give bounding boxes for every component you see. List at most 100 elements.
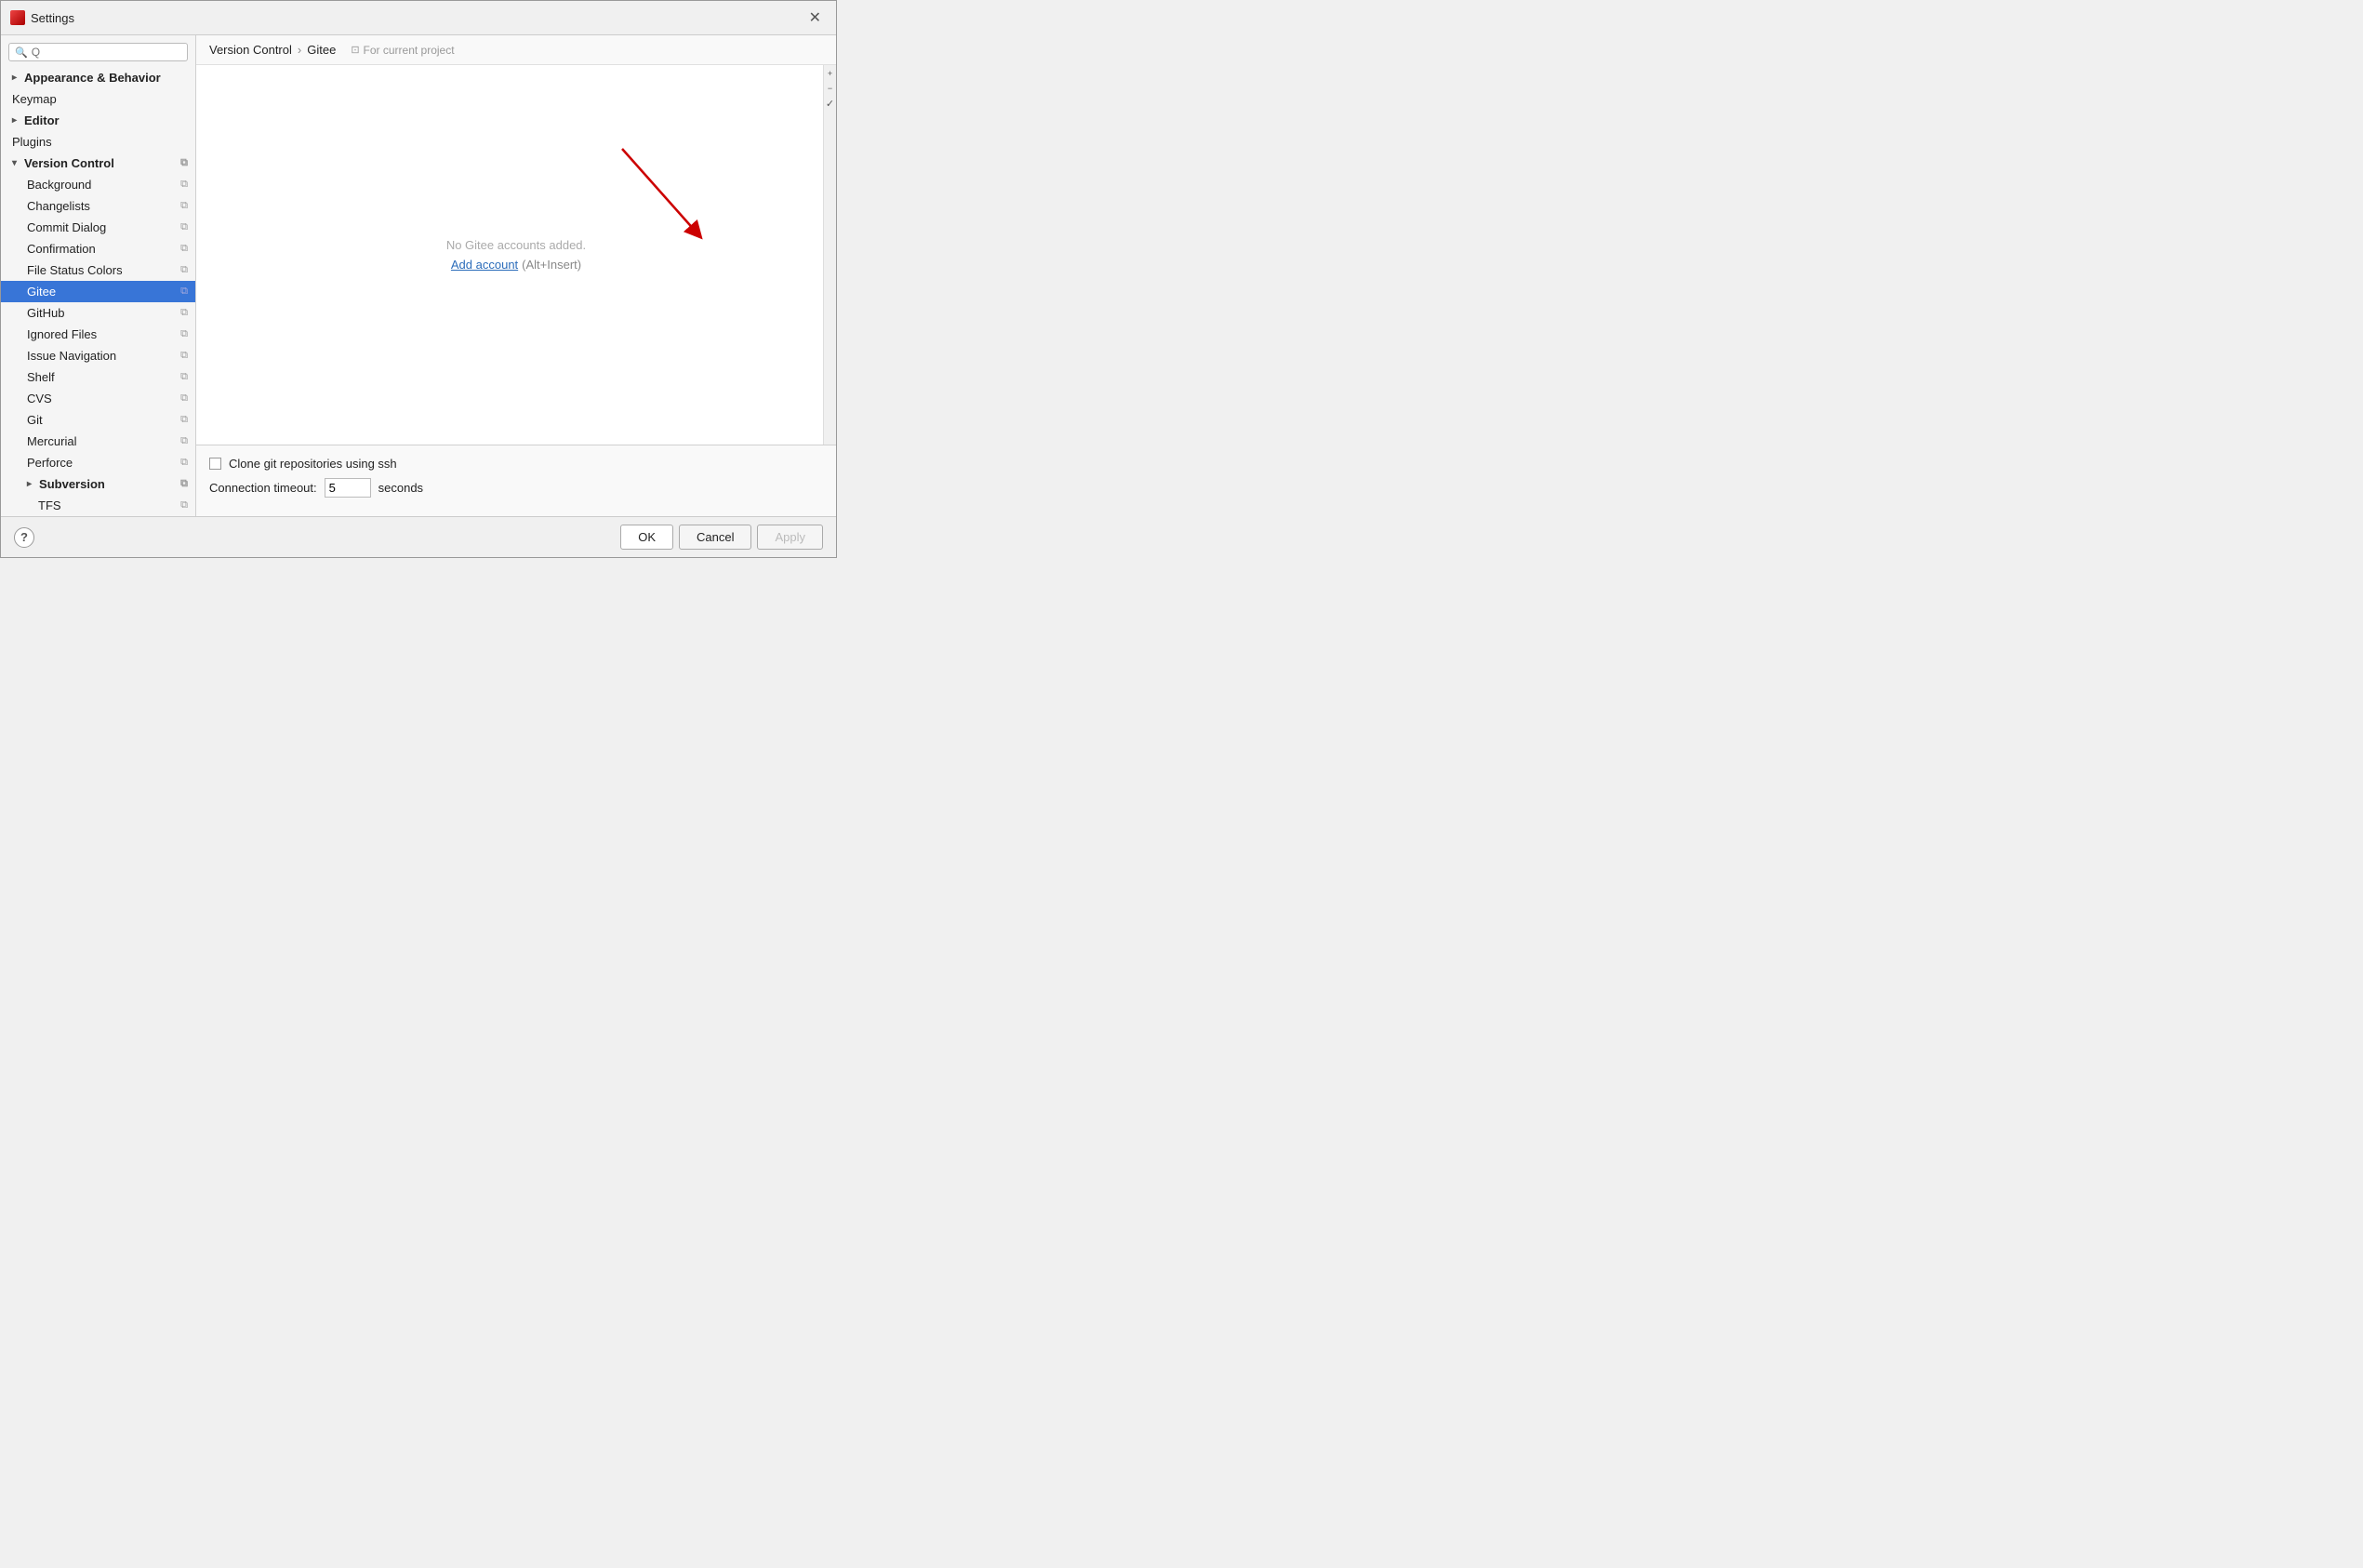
sidebar-item-label: Mercurial — [27, 434, 76, 448]
help-button[interactable]: ? — [14, 527, 34, 548]
timeout-option-row: Connection timeout: seconds — [209, 478, 823, 498]
sidebar-item-cvs[interactable]: CVS ⧉ — [1, 388, 195, 409]
sidebar-item-background[interactable]: Background ⧉ — [1, 174, 195, 195]
sidebar-item-label: Subversion — [39, 477, 105, 491]
copy-icon: ⧉ — [180, 157, 188, 169]
timeout-unit: seconds — [378, 481, 423, 495]
search-box[interactable]: 🔍 — [8, 43, 188, 61]
ok-button[interactable]: OK — [620, 525, 673, 550]
scrollbar: + − ✓ — [823, 65, 836, 445]
copy-icon: ⧉ — [180, 286, 188, 298]
copy-icon: ⧉ — [180, 264, 188, 276]
dialog-body: 🔍 ▸ Appearance & Behavior Keymap ▸ Edito… — [1, 35, 836, 516]
sidebar-item-label: Plugins — [12, 135, 52, 149]
sidebar-item-label: Confirmation — [27, 242, 96, 256]
sidebar-item-label: GitHub — [27, 306, 64, 320]
sidebar-item-label: Changelists — [27, 199, 90, 213]
sidebar-item-label: Editor — [24, 113, 60, 127]
copy-icon: ⧉ — [180, 457, 188, 469]
breadcrumb-current: Gitee — [307, 43, 336, 57]
sidebar-item-label: Shelf — [27, 370, 55, 384]
scrollbar-add-button[interactable]: + — [825, 67, 836, 80]
empty-message: No Gitee accounts added. — [446, 238, 586, 252]
chevron-right-icon: ▸ — [27, 479, 32, 489]
sidebar-item-mercurial[interactable]: Mercurial ⧉ — [1, 431, 195, 452]
sidebar-item-editor[interactable]: ▸ Editor — [1, 110, 195, 131]
clone-checkbox[interactable] — [209, 458, 221, 470]
title-bar: Settings ✕ — [1, 1, 836, 35]
sidebar-item-label: Gitee — [27, 285, 56, 299]
copy-icon: ⧉ — [180, 243, 188, 255]
clone-label: Clone git repositories using ssh — [229, 457, 397, 471]
copy-icon: ⧉ — [180, 200, 188, 212]
copy-icon: ⧉ — [180, 307, 188, 319]
chevron-down-icon: ▾ — [12, 158, 17, 168]
main-content: Version Control › Gitee ⊡ For current pr… — [196, 35, 836, 516]
remove-icon: − — [828, 84, 832, 93]
bottom-bar-right: OK Cancel Apply — [620, 525, 823, 550]
search-input[interactable] — [32, 46, 181, 59]
breadcrumb-separator: › — [298, 43, 301, 57]
sidebar-item-ignoredfiles[interactable]: Ignored Files ⧉ — [1, 324, 195, 345]
copy-icon: ⧉ — [180, 328, 188, 340]
breadcrumb-project-label: For current project — [364, 44, 455, 57]
sidebar-item-plugins[interactable]: Plugins — [1, 131, 195, 153]
sidebar-item-label: Git — [27, 413, 43, 427]
sidebar-item-label: Appearance & Behavior — [24, 71, 161, 85]
breadcrumb-parent: Version Control — [209, 43, 292, 57]
sidebar-item-shelf[interactable]: Shelf ⧉ — [1, 366, 195, 388]
copy-icon: ⧉ — [180, 392, 188, 405]
sidebar-item-keymap[interactable]: Keymap — [1, 88, 195, 110]
sidebar-item-label: Keymap — [12, 92, 57, 106]
sidebar-item-versioncontrol[interactable]: ▾ Version Control ⧉ — [1, 153, 195, 174]
cancel-button[interactable]: Cancel — [679, 525, 751, 550]
breadcrumb: Version Control › Gitee ⊡ For current pr… — [196, 35, 836, 65]
sidebar-item-git[interactable]: Git ⧉ — [1, 409, 195, 431]
check-icon: ✓ — [826, 98, 834, 110]
clone-option-row: Clone git repositories using ssh — [209, 457, 823, 471]
bottom-bar: ? OK Cancel Apply — [1, 516, 836, 557]
copy-icon: ⧉ — [180, 221, 188, 233]
dialog-title: Settings — [31, 11, 74, 25]
app-icon — [10, 10, 25, 25]
sidebar-item-changelists[interactable]: Changelists ⧉ — [1, 195, 195, 217]
scrollbar-check-button[interactable]: ✓ — [825, 97, 836, 110]
sidebar-item-commitdialog[interactable]: Commit Dialog ⧉ — [1, 217, 195, 238]
timeout-input[interactable] — [325, 478, 371, 498]
sidebar-item-github[interactable]: GitHub ⧉ — [1, 302, 195, 324]
sidebar-item-appearance[interactable]: ▸ Appearance & Behavior — [1, 67, 195, 88]
sidebar-item-tfs[interactable]: TFS ⧉ — [1, 495, 195, 516]
sidebar-item-label: File Status Colors — [27, 263, 123, 277]
add-icon: + — [828, 69, 832, 78]
options-panel: Clone git repositories using ssh Connect… — [196, 445, 836, 516]
sidebar-item-filestatuscolors[interactable]: File Status Colors ⧉ — [1, 259, 195, 281]
search-icon: 🔍 — [15, 47, 28, 59]
title-bar-left: Settings — [10, 10, 74, 25]
add-account-link[interactable]: Add account — [451, 258, 518, 272]
sidebar-item-label: CVS — [27, 392, 52, 405]
bottom-bar-left: ? — [14, 527, 34, 548]
project-icon: ⊡ — [351, 44, 359, 56]
sidebar-item-label: Issue Navigation — [27, 349, 116, 363]
copy-icon: ⧉ — [180, 350, 188, 362]
sidebar: 🔍 ▸ Appearance & Behavior Keymap ▸ Edito… — [1, 35, 196, 516]
sidebar-item-issuenavigation[interactable]: Issue Navigation ⧉ — [1, 345, 195, 366]
copy-icon: ⧉ — [180, 371, 188, 383]
apply-button[interactable]: Apply — [757, 525, 823, 550]
close-button[interactable]: ✕ — [803, 7, 827, 29]
add-account-shortcut: (Alt+Insert) — [522, 258, 581, 272]
content-area: No Gitee accounts added. Add account (Al… — [196, 65, 836, 516]
copy-icon: ⧉ — [180, 435, 188, 447]
sidebar-item-subversion[interactable]: ▸ Subversion ⧉ — [1, 473, 195, 495]
sidebar-item-perforce[interactable]: Perforce ⧉ — [1, 452, 195, 473]
sidebar-item-gitee[interactable]: Gitee ⧉ — [1, 281, 195, 302]
add-account-row: Add account (Alt+Insert) — [451, 258, 581, 272]
sidebar-item-confirmation[interactable]: Confirmation ⧉ — [1, 238, 195, 259]
scrollbar-remove-button[interactable]: − — [825, 82, 836, 95]
sidebar-item-label: Commit Dialog — [27, 220, 106, 234]
accounts-empty-state: No Gitee accounts added. Add account (Al… — [196, 65, 836, 445]
timeout-label: Connection timeout: — [209, 481, 317, 495]
chevron-down-icon: ▸ — [12, 73, 17, 83]
copy-icon: ⧉ — [180, 179, 188, 191]
breadcrumb-project: ⊡ For current project — [351, 44, 454, 57]
